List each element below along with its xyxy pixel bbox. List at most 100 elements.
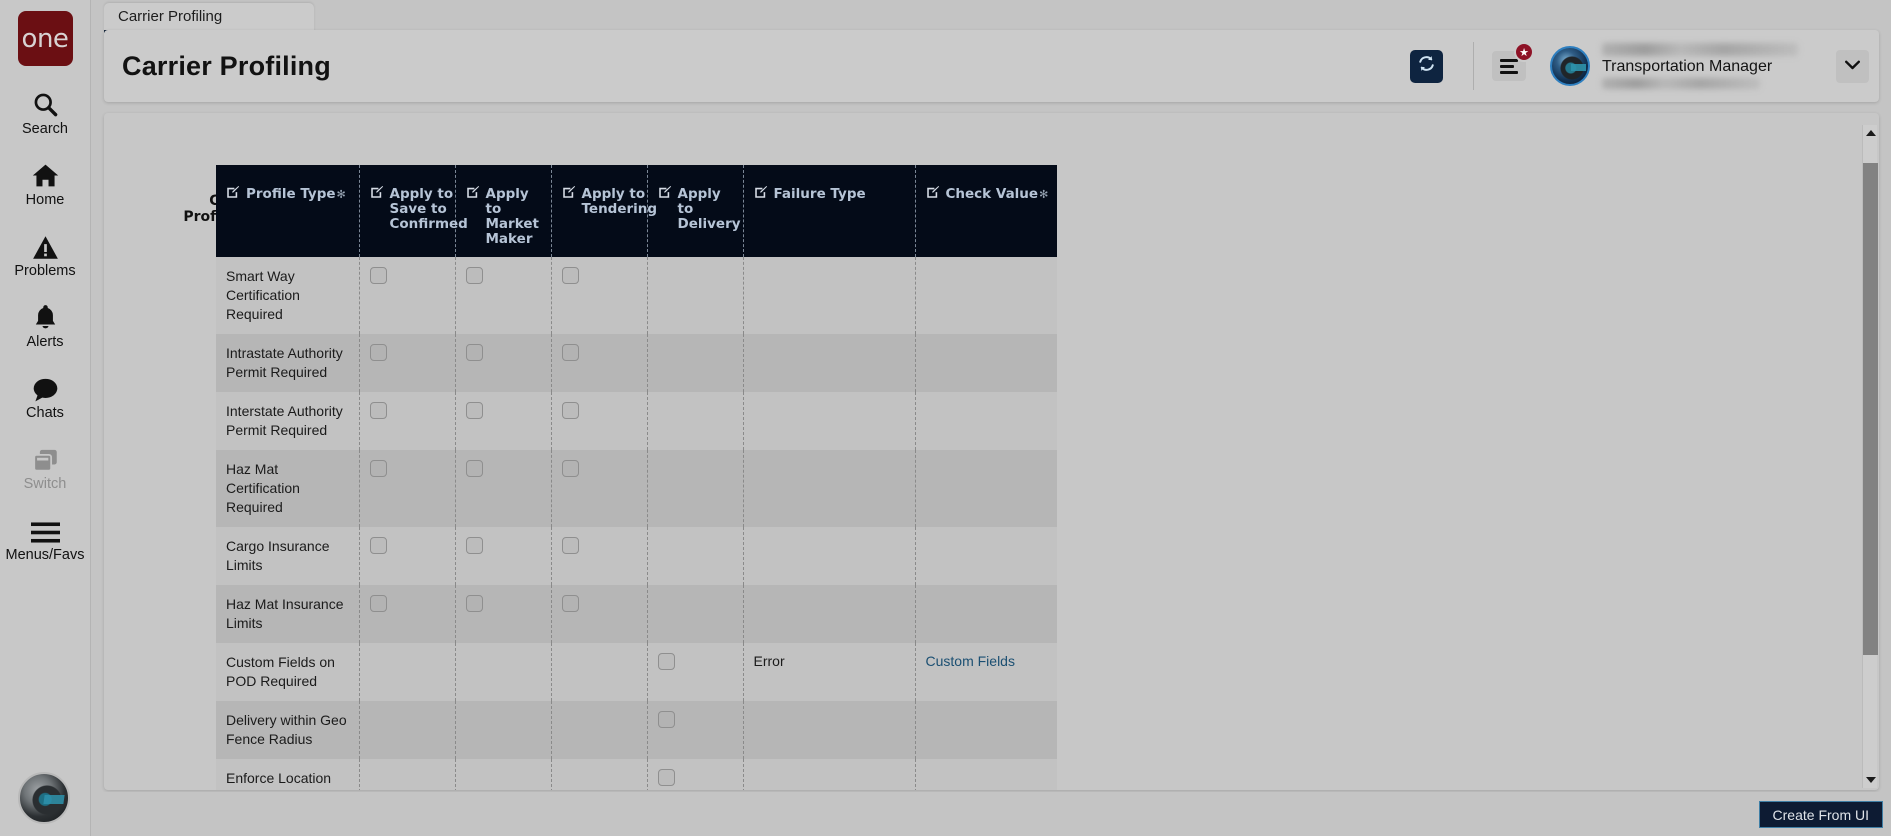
cell-failure_type bbox=[743, 585, 916, 643]
table-row[interactable]: Interstate Authority Permit Required bbox=[216, 392, 1057, 450]
rail-user-avatar[interactable] bbox=[18, 772, 70, 824]
create-from-ui-button[interactable]: Create From UI bbox=[1758, 801, 1883, 828]
column-header-check_value[interactable]: Check Value✻ bbox=[915, 165, 1057, 257]
left-navigation-rail: one Search Home Problems Alerts Chats Sw… bbox=[0, 0, 91, 836]
refresh-button[interactable] bbox=[1410, 49, 1443, 83]
refresh-icon bbox=[1417, 54, 1436, 78]
cell-apply_save_confirmed bbox=[359, 392, 456, 450]
hamburger-icon bbox=[30, 514, 60, 544]
cell-apply_delivery bbox=[647, 257, 744, 334]
rail-item-label: Search bbox=[22, 121, 68, 137]
rail-item-menus-favs[interactable]: Menus/Favs bbox=[0, 514, 91, 563]
row-checkbox[interactable] bbox=[369, 344, 387, 361]
row-checkbox[interactable] bbox=[465, 595, 483, 612]
cell-apply_delivery bbox=[647, 759, 744, 790]
cell-apply_tendering bbox=[551, 585, 648, 643]
row-checkbox[interactable] bbox=[657, 769, 675, 786]
rail-item-search[interactable]: Search bbox=[0, 88, 91, 137]
table-row[interactable]: Custom Fields on POD Required Error Custom… bbox=[216, 643, 1057, 701]
cell-profile-type: Delivery within Geo Fence Radius bbox=[216, 701, 360, 759]
table-row[interactable]: Delivery within Geo Fence Radius bbox=[216, 701, 1057, 759]
column-header-profile_type[interactable]: Profile Type✻ bbox=[216, 165, 360, 257]
cell-apply_market_maker bbox=[455, 257, 552, 334]
row-checkbox[interactable] bbox=[657, 711, 675, 728]
table-row[interactable]: Cargo Insurance Limits bbox=[216, 527, 1057, 585]
edit-pencil-icon[interactable] bbox=[370, 185, 384, 203]
table-row[interactable]: Haz Mat Certification Required bbox=[216, 450, 1057, 527]
row-checkbox[interactable] bbox=[465, 267, 483, 284]
edit-pencil-icon[interactable] bbox=[226, 185, 240, 203]
row-checkbox[interactable] bbox=[465, 460, 483, 477]
row-checkbox[interactable] bbox=[369, 537, 387, 554]
column-header-apply_market_maker[interactable]: Apply to Market Maker bbox=[455, 165, 552, 257]
edit-pencil-icon[interactable] bbox=[926, 185, 940, 203]
scroll-up-arrow-icon[interactable] bbox=[1863, 125, 1878, 141]
rail-item-chats[interactable]: Chats bbox=[0, 372, 91, 421]
carrier-profilings-table: Profile Type✻ Apply to Save to Confirmed A… bbox=[216, 165, 1057, 790]
column-header-apply_delivery[interactable]: Apply to Delivery bbox=[647, 165, 744, 257]
cell-apply_tendering bbox=[551, 334, 648, 392]
edit-pencil-icon[interactable] bbox=[562, 185, 576, 203]
row-checkbox[interactable] bbox=[561, 402, 579, 419]
chevron-down-icon bbox=[1845, 57, 1860, 75]
rail-item-problems[interactable]: Problems bbox=[0, 230, 91, 279]
scrollbar-thumb[interactable] bbox=[1863, 163, 1878, 655]
brand-logo[interactable]: one bbox=[17, 11, 73, 66]
user-name-redacted bbox=[1602, 43, 1798, 56]
row-checkbox[interactable] bbox=[369, 595, 387, 612]
rail-item-switch: Switch bbox=[0, 443, 91, 492]
warning-icon bbox=[32, 230, 59, 260]
row-checkbox[interactable] bbox=[465, 344, 483, 361]
tab-carrier-profiling[interactable]: Carrier Profiling bbox=[104, 3, 314, 33]
edit-pencil-icon[interactable] bbox=[754, 185, 768, 203]
row-checkbox[interactable] bbox=[369, 402, 387, 419]
switch-icon bbox=[32, 443, 59, 473]
cell-apply_delivery bbox=[647, 392, 744, 450]
row-checkbox[interactable] bbox=[561, 537, 579, 554]
check-value-link[interactable]: Custom Fields bbox=[926, 653, 1015, 669]
row-checkbox[interactable] bbox=[561, 595, 579, 612]
rail-item-alerts[interactable]: Alerts bbox=[0, 301, 91, 350]
cell-check_value bbox=[915, 527, 1057, 585]
cell-check-value: Custom Fields bbox=[915, 643, 1057, 701]
row-checkbox[interactable] bbox=[561, 344, 579, 361]
table-row[interactable]: Intrastate Authority Permit Required bbox=[216, 334, 1057, 392]
cell-failure_type bbox=[743, 527, 916, 585]
cell-failure_type bbox=[743, 450, 916, 527]
scroll-down-arrow-icon[interactable] bbox=[1863, 772, 1878, 788]
brand-logo-text: one bbox=[21, 23, 69, 54]
row-checkbox[interactable] bbox=[465, 537, 483, 554]
column-header-apply_save_confirmed[interactable]: Apply to Save to Confirmed bbox=[359, 165, 468, 257]
cell-apply_save_confirmed bbox=[359, 527, 456, 585]
cell-check_value bbox=[915, 334, 1057, 392]
row-checkbox[interactable] bbox=[369, 267, 387, 284]
rail-item-home[interactable]: Home bbox=[0, 159, 91, 208]
cell-profile-type: Haz Mat Insurance Limits bbox=[216, 585, 360, 643]
column-header-label: Apply to Tendering bbox=[581, 186, 658, 217]
column-header-failure_type[interactable]: Failure Type bbox=[743, 165, 916, 257]
vertical-scrollbar[interactable] bbox=[1862, 125, 1878, 788]
edit-pencil-icon[interactable] bbox=[658, 185, 672, 203]
row-checkbox[interactable] bbox=[561, 267, 579, 284]
row-checkbox[interactable] bbox=[465, 402, 483, 419]
row-checkbox[interactable] bbox=[561, 460, 579, 477]
header-menu-button[interactable]: ★ bbox=[1492, 42, 1534, 81]
column-header-apply_tendering[interactable]: Apply to Tendering bbox=[551, 165, 657, 257]
grid-scroll-region[interactable]: Profile Type✻ Apply to Save to Confirmed A… bbox=[216, 165, 1057, 790]
cell-apply_save_confirmed bbox=[359, 759, 456, 790]
user-menu-button[interactable] bbox=[1836, 49, 1869, 83]
table-row[interactable]: Enforce Location for Delivery bbox=[216, 759, 1057, 790]
cell-apply_delivery bbox=[647, 701, 744, 759]
table-row[interactable]: Haz Mat Insurance Limits bbox=[216, 585, 1057, 643]
cell-apply_save_confirmed bbox=[359, 450, 456, 527]
column-header-label: Failure Type bbox=[773, 186, 866, 202]
cell-apply_save_confirmed bbox=[359, 334, 456, 392]
cell-apply_delivery bbox=[647, 527, 744, 585]
row-checkbox[interactable] bbox=[369, 460, 387, 477]
table-row[interactable]: Smart Way Certification Required bbox=[216, 257, 1057, 334]
edit-pencil-icon[interactable] bbox=[466, 185, 480, 203]
header-user-avatar[interactable] bbox=[1550, 46, 1590, 86]
cell-apply_tendering bbox=[551, 450, 648, 527]
row-checkbox[interactable] bbox=[657, 653, 675, 670]
cell-apply_save_confirmed bbox=[359, 585, 456, 643]
